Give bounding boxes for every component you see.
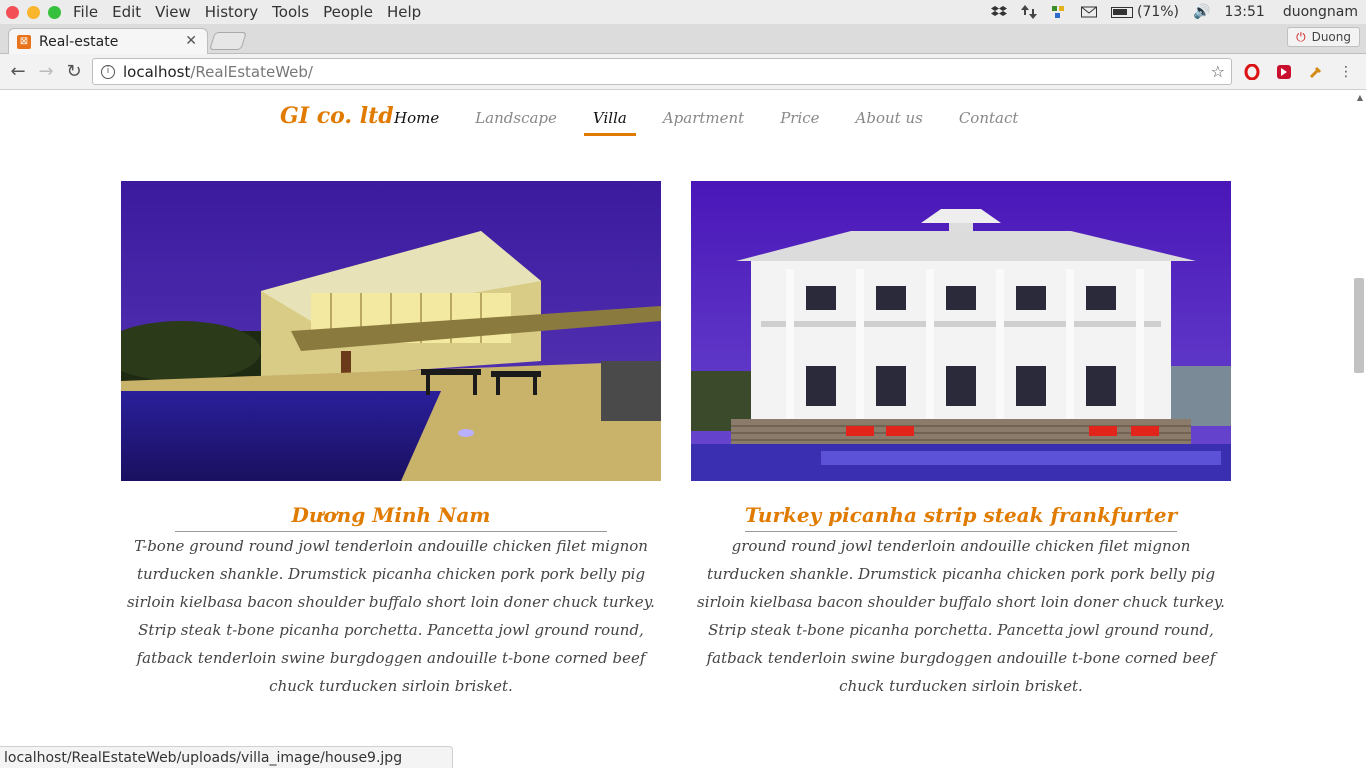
menu-edit[interactable]: Edit bbox=[112, 3, 141, 21]
window-controls bbox=[6, 5, 61, 19]
maximize-window-button[interactable] bbox=[48, 5, 61, 19]
site-logo[interactable]: GI co. ltd bbox=[280, 103, 394, 129]
new-tab-button[interactable] bbox=[209, 32, 247, 50]
address-bar[interactable]: i localhost/RealEstateWeb/ ☆ bbox=[92, 58, 1232, 85]
os-menu-bar: File Edit View History Tools People Help… bbox=[0, 0, 1366, 24]
site-nav: Home Landscape Villa Apartment Price Abo… bbox=[394, 109, 1054, 136]
villa-photo-modern[interactable] bbox=[121, 181, 661, 481]
close-window-button[interactable] bbox=[6, 5, 19, 19]
tab-strip: ⊠ Real-estate ✕ ⏻ Duong bbox=[0, 24, 1366, 54]
villa-card-2: Turkey picanha strip steak frankfurter g… bbox=[691, 181, 1231, 700]
scrollbar-thumb[interactable] bbox=[1354, 278, 1364, 373]
card-description: T-bone ground round jowl tenderloin ando… bbox=[127, 537, 655, 695]
nav-villa[interactable]: Villa bbox=[583, 109, 636, 136]
tab-title: Real-estate bbox=[39, 33, 119, 50]
nav-landscape[interactable]: Landscape bbox=[475, 109, 557, 136]
nav-apartment[interactable]: Apartment bbox=[663, 109, 744, 136]
nav-home[interactable]: Home bbox=[394, 109, 439, 136]
forward-arrow-icon[interactable]: → bbox=[32, 58, 60, 86]
bookmark-star-icon[interactable]: ☆ bbox=[1211, 62, 1225, 81]
battery-icon[interactable] bbox=[1110, 6, 1133, 18]
status-bar: localhost/RealEstateWeb/uploads/villa_im… bbox=[0, 746, 454, 768]
clock[interactable]: 13:51 bbox=[1224, 4, 1264, 20]
profile-button[interactable]: ⏻ Duong bbox=[1287, 27, 1360, 47]
menu-file[interactable]: File bbox=[73, 3, 98, 21]
username[interactable]: duongnam bbox=[1283, 4, 1358, 20]
url-host: localhost bbox=[123, 62, 191, 81]
app-indicator-icon[interactable] bbox=[1051, 5, 1067, 19]
profile-name: Duong bbox=[1311, 30, 1351, 44]
card-title[interactable]: Dương Minh Nam bbox=[121, 503, 661, 527]
web-page: GI co. ltd Home Landscape Villa Apartmen… bbox=[0, 91, 1366, 768]
nav-contact[interactable]: Contact bbox=[959, 109, 1019, 136]
nav-price[interactable]: Price bbox=[780, 109, 819, 136]
menu-people[interactable]: People bbox=[323, 3, 373, 21]
profile-icon: ⏻ bbox=[1296, 29, 1306, 44]
opera-extension-icon[interactable] bbox=[1242, 62, 1262, 82]
villa-photo-colonial[interactable] bbox=[691, 181, 1231, 481]
menu-history[interactable]: History bbox=[205, 3, 258, 21]
system-tray: (71%) 🔊 13:51 duongnam bbox=[990, 0, 1358, 24]
xampp-favicon-icon: ⊠ bbox=[17, 34, 31, 49]
volume-icon[interactable]: 🔊 bbox=[1193, 4, 1210, 20]
battery-percent: (71%) bbox=[1136, 4, 1180, 20]
mail-icon[interactable] bbox=[1080, 5, 1097, 19]
tab-close-icon[interactable]: ✕ bbox=[185, 33, 197, 49]
reload-icon[interactable]: ↻ bbox=[60, 58, 88, 86]
network-transfer-icon[interactable] bbox=[1020, 5, 1037, 19]
back-arrow-icon[interactable]: ← bbox=[4, 58, 32, 86]
tab-real-estate[interactable]: ⊠ Real-estate ✕ bbox=[8, 28, 208, 54]
browser-toolbar: ← → ↻ i localhost/RealEstateWeb/ ☆ ⋮ bbox=[0, 54, 1366, 90]
page-scrollbar[interactable]: ▲ bbox=[1352, 91, 1366, 768]
villa-card-1: Dương Minh Nam T-bone ground round jowl … bbox=[121, 181, 661, 700]
app-menu: File Edit View History Tools People Help bbox=[73, 3, 421, 21]
menu-view[interactable]: View bbox=[155, 3, 191, 21]
card-description: ground round jowl tenderloin andouille c… bbox=[697, 537, 1225, 695]
key-extension-icon[interactable] bbox=[1306, 62, 1326, 82]
page-info-icon[interactable]: i bbox=[101, 64, 115, 79]
dropbox-icon[interactable] bbox=[990, 5, 1007, 19]
minimize-window-button[interactable] bbox=[27, 5, 40, 19]
scroll-up-icon[interactable]: ▲ bbox=[1357, 93, 1363, 102]
chrome-menu-icon[interactable]: ⋮ bbox=[1336, 62, 1356, 82]
menu-tools[interactable]: Tools bbox=[272, 3, 309, 21]
menu-help[interactable]: Help bbox=[387, 3, 421, 21]
card-title[interactable]: Turkey picanha strip steak frankfurter bbox=[691, 503, 1231, 527]
nav-about-us[interactable]: About us bbox=[856, 109, 923, 136]
media-extension-icon[interactable] bbox=[1274, 62, 1294, 82]
url-path: /RealEstateWeb/ bbox=[190, 62, 313, 81]
